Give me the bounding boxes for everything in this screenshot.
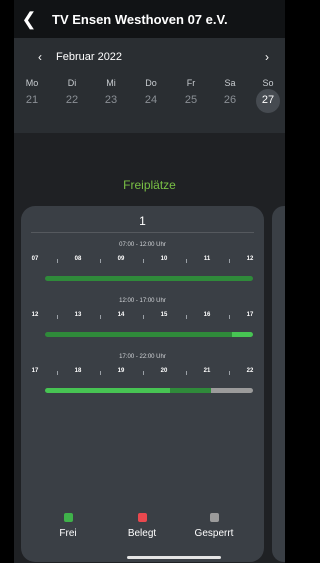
day-row: 21 22 23 24 25 26 27 (14, 89, 285, 113)
hour-tick (228, 259, 230, 263)
hour-tick (56, 259, 58, 263)
month-navigation: ‹ Februar 2022 › (14, 50, 285, 66)
page-title: TV Ensen Westhoven 07 e.V. (52, 11, 228, 27)
hour-tick (142, 315, 144, 319)
day-cell[interactable]: 21 (17, 94, 47, 106)
hour-label: 08 (74, 256, 82, 262)
legend-item-gesperrt: Gesperrt (179, 513, 249, 539)
availability-bar[interactable] (45, 332, 253, 337)
bar-segment-frei-highlight[interactable] (45, 388, 170, 393)
hour-tick (99, 259, 101, 263)
bar-segment-frei[interactable] (45, 276, 253, 281)
gesperrt-swatch-icon (209, 513, 219, 522)
day-cell[interactable]: 24 (136, 94, 166, 106)
weekday-label: Mo (25, 78, 39, 88)
hour-label: 14 (117, 312, 125, 318)
slot-time-label: 07:00 - 12:00 Uhr (119, 242, 166, 248)
legend-item-frei: Frei (33, 513, 103, 539)
prev-month-button[interactable]: ‹ (32, 50, 48, 64)
hour-scale: 07 08 09 10 11 12 (21, 256, 264, 266)
home-indicator (127, 556, 221, 559)
availability-bar[interactable] (45, 276, 253, 281)
section-title: Freiplätze (123, 178, 176, 192)
calendar: ‹ Februar 2022 › Mo Di Mi Do Fr Sa So 21… (14, 38, 285, 133)
hour-tick (228, 315, 230, 319)
chevron-left-icon: ❮ (21, 8, 37, 29)
weekday-label: Mi (106, 78, 116, 88)
hour-label: 15 (160, 312, 168, 318)
hour-tick (56, 371, 58, 375)
hour-label: 07 (31, 256, 39, 262)
court-card[interactable]: 1 07:00 - 12:00 Uhr 07 08 09 10 11 12 12:00 -… (21, 206, 264, 562)
hour-label: 22 (246, 368, 254, 374)
legend: Frei Belegt Gesperrt (21, 513, 264, 553)
hour-label: 10 (160, 256, 168, 262)
next-court-card[interactable] (272, 206, 285, 562)
hour-label: 17 (246, 312, 254, 318)
day-cell[interactable]: 22 (57, 94, 87, 106)
weekday-label: Fr (186, 78, 196, 88)
hour-label: 20 (160, 368, 168, 374)
legend-label: Belegt (127, 528, 157, 539)
hour-tick (56, 315, 58, 319)
day-cell[interactable]: 23 (96, 94, 126, 106)
hour-tick (142, 371, 144, 375)
back-button[interactable]: ❮ (14, 0, 44, 38)
day-cell[interactable]: 26 (215, 94, 245, 106)
belegt-swatch-icon (137, 513, 147, 522)
availability-bar[interactable] (45, 388, 253, 393)
hour-label: 17 (31, 368, 39, 374)
hour-tick (185, 315, 187, 319)
hour-tick (185, 371, 187, 375)
hour-label: 12 (31, 312, 39, 318)
legend-label: Frei (59, 528, 77, 539)
bar-segment-frei-highlight[interactable] (232, 332, 253, 337)
hour-label: 21 (203, 368, 211, 374)
hour-tick (99, 371, 101, 375)
app-screen: ❮ TV Ensen Westhoven 07 e.V. ‹ Februar 2… (14, 0, 285, 563)
bar-segment-frei[interactable] (169, 388, 212, 393)
bar-segment-frei[interactable] (45, 332, 233, 337)
hour-tick (228, 371, 230, 375)
hour-label: 09 (117, 256, 125, 262)
slot-time-label: 12:00 - 17:00 Uhr (119, 298, 166, 304)
hour-label: 16 (203, 312, 211, 318)
hour-tick (99, 315, 101, 319)
weekday-label: Di (67, 78, 77, 88)
hour-scale: 12 13 14 15 16 17 (21, 312, 264, 322)
app-header: ❮ TV Ensen Westhoven 07 e.V. (14, 0, 285, 38)
hour-scale: 17 18 19 20 21 22 (21, 368, 264, 378)
hour-label: 18 (74, 368, 82, 374)
slot-time-label: 17:00 - 22:00 Uhr (119, 354, 166, 360)
court-number: 1 (139, 214, 146, 228)
legend-label: Gesperrt (194, 528, 234, 539)
weekday-label: Sa (224, 78, 236, 88)
hour-label: 12 (246, 256, 254, 262)
next-month-button[interactable]: › (259, 50, 275, 64)
hour-tick (142, 259, 144, 263)
divider (31, 232, 254, 233)
weekday-label: Do (145, 78, 157, 88)
day-cell-selected[interactable]: 27 (253, 94, 283, 106)
legend-item-belegt: Belegt (107, 513, 177, 539)
weekday-label: So (262, 78, 274, 88)
hour-label: 11 (203, 256, 211, 262)
month-label: Februar 2022 (56, 51, 123, 63)
frei-swatch-icon (63, 513, 73, 522)
bar-segment-gesperrt[interactable] (211, 388, 253, 393)
hour-tick (185, 259, 187, 263)
weekday-header: Mo Di Mi Do Fr Sa So (14, 78, 285, 92)
hour-label: 13 (74, 312, 82, 318)
hour-label: 19 (117, 368, 125, 374)
day-cell[interactable]: 25 (176, 94, 206, 106)
